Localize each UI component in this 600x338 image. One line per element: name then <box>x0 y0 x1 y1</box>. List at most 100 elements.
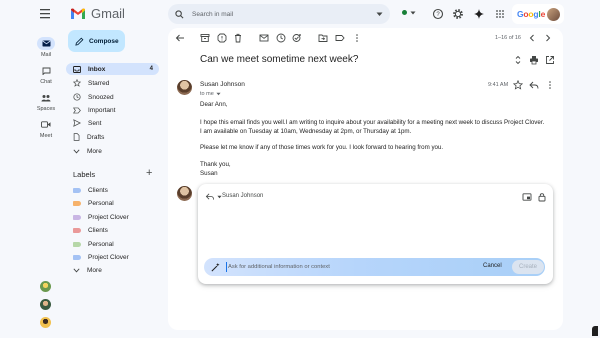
recipient-details[interactable]: to me <box>200 91 221 97</box>
rail-item-meet[interactable]: Meet <box>30 118 62 139</box>
chevron-down-icon <box>410 11 416 14</box>
add-to-tasks-button[interactable] <box>292 33 302 43</box>
help-button[interactable]: ? <box>432 8 444 20</box>
newer-button[interactable] <box>527 33 537 43</box>
create-button[interactable]: Create <box>512 260 544 274</box>
search-icon[interactable] <box>175 9 184 19</box>
pop-out-reply-button[interactable] <box>522 192 532 202</box>
chevron-down-icon <box>216 92 221 96</box>
report-spam-icon <box>217 33 227 43</box>
gmail-m-icon <box>71 8 85 19</box>
email-body-line: I am available on Tuesday at 10am, Wedne… <box>200 128 412 135</box>
mark-unread-button[interactable] <box>259 33 269 43</box>
nav-item-starred[interactable]: Starred <box>66 77 159 89</box>
expand-all-button[interactable] <box>513 55 523 65</box>
rail-label: Meet <box>39 133 53 139</box>
rail-pill <box>37 118 55 131</box>
nav-item-drafts[interactable]: Drafts <box>66 131 159 143</box>
reply-type-button[interactable] <box>205 192 222 201</box>
reply-icon <box>529 81 539 89</box>
text-cursor <box>226 262 227 272</box>
account-switcher[interactable]: Google <box>512 4 564 24</box>
google-brand: Google <box>517 9 546 19</box>
label-item-clients[interactable]: Clients <box>66 224 159 236</box>
status-indicator[interactable] <box>402 10 416 15</box>
gemini-button[interactable] <box>473 8 485 20</box>
nav-item-snoozed[interactable]: Snoozed <box>66 91 159 103</box>
archive-button[interactable] <box>200 33 210 43</box>
pagination-text: 1–16 of 16 <box>495 35 521 41</box>
search-bar[interactable]: Search in mail <box>168 4 390 24</box>
chevron-left-icon <box>529 34 534 42</box>
star-button[interactable] <box>513 80 523 90</box>
report-spam-button[interactable] <box>217 33 227 43</box>
reply-button[interactable] <box>529 80 539 90</box>
email-time: 9:41 AM <box>488 82 509 88</box>
sender-avatar[interactable] <box>177 80 192 95</box>
sender-name[interactable]: Susan Johnson <box>200 81 245 88</box>
settings-button[interactable] <box>452 8 464 20</box>
message-more-button[interactable] <box>545 80 555 90</box>
delete-button[interactable] <box>233 33 243 43</box>
label-item-project-clover[interactable]: Project Clover <box>66 211 159 223</box>
online-status-dot <box>402 10 407 15</box>
labels-button[interactable] <box>335 33 345 43</box>
nav-label: Important <box>88 106 116 114</box>
older-button[interactable] <box>543 33 553 43</box>
unfold-icon <box>515 55 521 65</box>
open-new-window-button[interactable] <box>545 55 555 65</box>
label-color-tag-icon <box>73 187 81 193</box>
clock-icon <box>276 33 286 43</box>
nav-item-sent[interactable]: Sent <box>66 117 159 129</box>
nav-item-important[interactable]: Important <box>66 104 159 116</box>
rail-item-mail[interactable]: Mail <box>30 37 62 58</box>
contact-avatar[interactable] <box>40 317 51 328</box>
back-button[interactable] <box>175 33 185 43</box>
mail-icon <box>42 40 50 47</box>
label-item-clients[interactable]: Clients <box>66 184 159 196</box>
contact-avatar[interactable] <box>40 281 51 292</box>
rail-item-spaces[interactable]: Spaces <box>30 91 62 112</box>
picture-in-picture-icon <box>522 193 532 201</box>
inbox-icon <box>73 65 81 73</box>
print-button[interactable] <box>529 55 539 65</box>
pencil-icon <box>75 37 84 46</box>
reply-recipient[interactable]: Susan Johnson <box>222 193 263 199</box>
help-me-write-input[interactable] <box>228 262 468 272</box>
clock-icon <box>73 93 81 101</box>
help-me-write-bar[interactable]: Cancel Create <box>204 258 545 276</box>
label-item-personal[interactable]: Personal <box>66 238 159 250</box>
confidential-mode-button[interactable] <box>537 192 547 202</box>
rail-item-chat[interactable]: Chat <box>30 64 62 85</box>
email-body-line: Dear Ann, <box>200 101 228 108</box>
move-to-button[interactable] <box>318 33 328 43</box>
label-item-personal[interactable]: Personal <box>66 197 159 209</box>
snooze-button[interactable] <box>276 33 286 43</box>
more-actions-button[interactable] <box>352 33 362 43</box>
gmail-logo[interactable]: Gmail <box>70 6 125 21</box>
label-item-project-clover[interactable]: Project Clover <box>66 251 159 263</box>
label-color-tag-icon <box>73 241 81 247</box>
nav-item-more[interactable]: More <box>66 145 159 157</box>
compose-button[interactable]: Compose <box>68 30 125 52</box>
main-menu-button[interactable] <box>38 7 54 21</box>
email-body-line: Susan <box>200 170 218 177</box>
contact-avatar[interactable] <box>40 299 51 310</box>
archive-icon <box>200 34 210 42</box>
apps-button[interactable] <box>494 8 506 20</box>
nav-item-inbox[interactable]: Inbox 4 <box>66 63 159 75</box>
label-color-tag-icon <box>73 200 81 206</box>
nav-label: Drafts <box>87 133 105 141</box>
create-label-button[interactable]: + <box>146 167 152 179</box>
nav-label: Inbox <box>88 65 106 73</box>
rail-label: Spaces <box>36 106 56 112</box>
cancel-button[interactable]: Cancel <box>483 263 502 269</box>
draft-icon <box>73 133 80 141</box>
labels-more[interactable]: More <box>66 264 159 276</box>
rail-pill <box>37 37 55 50</box>
rail-pill <box>37 91 55 104</box>
search-options-icon[interactable] <box>376 12 383 17</box>
email-subject: Can we meet sometime next week? <box>200 54 359 65</box>
send-icon <box>73 119 81 127</box>
folder-move-icon <box>318 34 328 42</box>
